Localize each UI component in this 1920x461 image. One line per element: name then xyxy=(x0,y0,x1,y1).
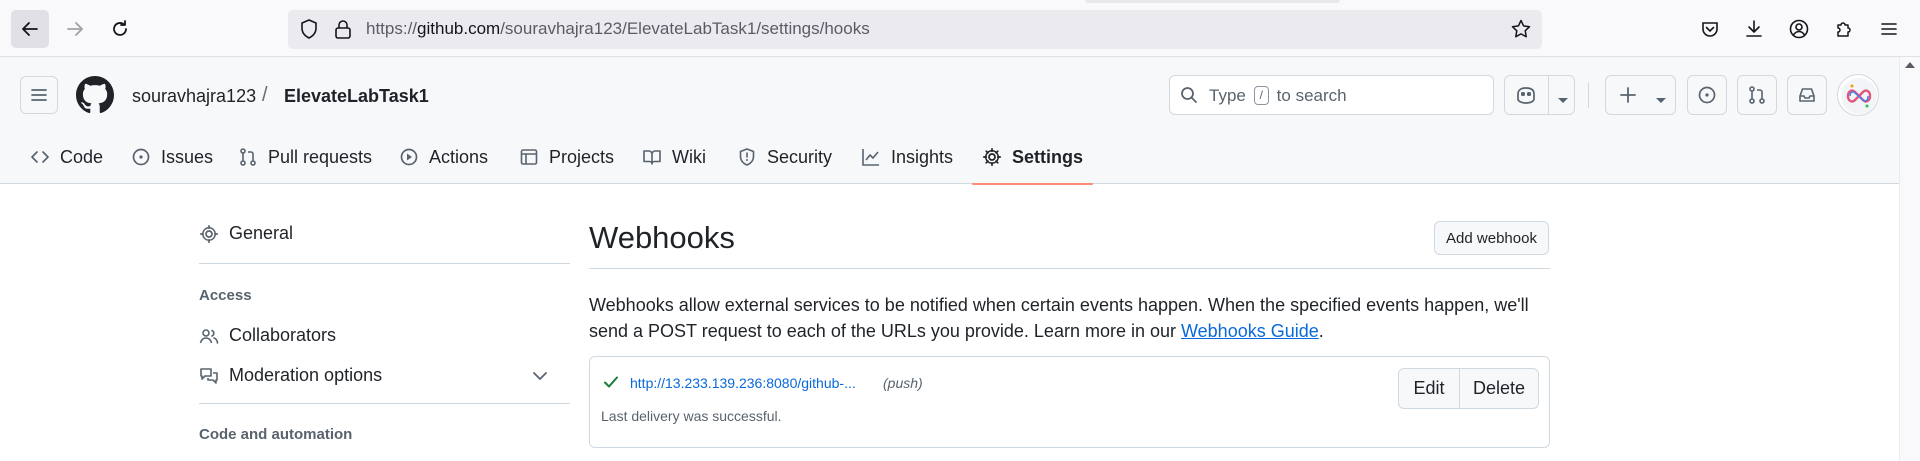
tab-projects[interactable]: Projects xyxy=(519,130,614,184)
tab-insights[interactable]: Insights xyxy=(861,130,953,184)
search-input[interactable]: Type / to search xyxy=(1169,75,1494,115)
inbox-button[interactable] xyxy=(1787,75,1827,115)
comment-discussion-icon xyxy=(200,367,218,384)
tab-label: Issues xyxy=(161,146,214,167)
forward-button[interactable] xyxy=(56,10,94,48)
sidebar-divider xyxy=(199,403,570,404)
url-text: https://github.com/souravhajra123/Elevat… xyxy=(366,19,870,38)
graph-icon xyxy=(862,149,879,166)
webhook-item: http://13.233.139.236:8080/github-... (p… xyxy=(589,356,1550,448)
tab-label: Actions xyxy=(429,146,489,167)
arrow-right-icon xyxy=(67,22,83,36)
search-placeholder: Type / to search xyxy=(1209,86,1347,105)
copilot-icon[interactable] xyxy=(1515,85,1537,110)
hamburger-icon xyxy=(31,89,47,101)
pull-request-icon xyxy=(1749,86,1765,104)
sidebar-heading-code-automation: Code and automation xyxy=(199,426,353,443)
tab-label: Projects xyxy=(549,146,615,167)
page-title: Webhooks xyxy=(589,220,735,255)
webhook-event: (push) xyxy=(883,375,923,391)
tab-label: Wiki xyxy=(672,146,706,167)
people-icon xyxy=(199,328,219,344)
sidebar-item-label: Collaborators xyxy=(229,325,337,345)
tab-strip-edge xyxy=(1085,0,1340,3)
lock-icon[interactable] xyxy=(332,18,354,45)
tab-label: Settings xyxy=(1012,146,1084,167)
webhook-delivery-status: Last delivery was successful. xyxy=(601,408,782,424)
bookmark-star-icon[interactable] xyxy=(1510,18,1532,45)
avatar[interactable] xyxy=(1837,74,1879,116)
plus-icon[interactable] xyxy=(1619,86,1637,109)
chevron-down-icon xyxy=(533,372,547,380)
slash-key-hint: / xyxy=(1253,86,1269,105)
book-icon xyxy=(643,150,661,165)
back-button[interactable] xyxy=(11,10,49,48)
title-divider xyxy=(589,268,1550,269)
scrollbar[interactable] xyxy=(1899,57,1920,461)
extensions-icon[interactable] xyxy=(1829,14,1859,44)
tab-label: Insights xyxy=(891,146,954,167)
tab-settings[interactable]: Settings xyxy=(971,130,1094,185)
webhook-url-link[interactable]: http://13.233.139.236:8080/github-... xyxy=(630,375,856,391)
address-bar[interactable]: https://github.com/souravhajra123/Elevat… xyxy=(288,10,1542,49)
webhooks-guide-link[interactable]: Webhooks Guide xyxy=(1181,321,1319,341)
sidebar-item-label: Moderation options xyxy=(229,365,383,385)
sidebar-item-moderation[interactable]: Moderation options xyxy=(199,365,548,386)
sidebar-divider xyxy=(199,263,570,264)
browser-toolbar: https://github.com/souravhajra123/Elevat… xyxy=(0,0,1920,57)
delete-button[interactable]: Delete xyxy=(1460,369,1538,408)
pull-request-icon xyxy=(240,148,256,166)
reload-icon xyxy=(113,20,127,36)
pocket-icon[interactable] xyxy=(1695,14,1725,44)
issues-button[interactable] xyxy=(1687,75,1727,115)
tab-security[interactable]: Security xyxy=(737,130,832,184)
edit-button[interactable]: Edit xyxy=(1399,369,1459,408)
inbox-icon xyxy=(1799,88,1815,102)
breadcrumb-separator: / xyxy=(262,84,268,106)
search-icon xyxy=(1180,86,1198,109)
sidebar-item-label: General xyxy=(229,223,294,243)
tab-label: Pull requests xyxy=(268,146,373,167)
tab-code[interactable]: Code xyxy=(30,130,103,184)
tab-wiki[interactable]: Wiki xyxy=(642,130,706,184)
chevron-down-icon[interactable] xyxy=(1557,92,1569,110)
check-icon xyxy=(602,373,620,396)
tracking-protection-icon[interactable] xyxy=(298,18,320,45)
tab-label: Security xyxy=(767,146,833,167)
breadcrumb-owner[interactable]: souravhajra123 xyxy=(132,86,256,107)
play-icon xyxy=(400,148,418,166)
issue-icon xyxy=(1698,86,1716,104)
shield-icon xyxy=(739,148,755,166)
code-icon xyxy=(31,151,49,163)
header-divider xyxy=(1588,82,1589,108)
gear-icon xyxy=(982,147,1002,167)
add-webhook-button[interactable]: Add webhook xyxy=(1434,221,1549,255)
tab-pull-requests[interactable]: Pull requests xyxy=(238,130,372,184)
global-nav-menu-button[interactable] xyxy=(20,76,58,114)
chevron-down-icon[interactable] xyxy=(1655,92,1667,110)
sidebar-item-collaborators[interactable]: Collaborators xyxy=(199,325,336,346)
webhooks-description: Webhooks allow external services to be n… xyxy=(589,295,1529,341)
breadcrumb-repo[interactable]: ElevateLabTask1 xyxy=(284,86,429,107)
github-logo-icon[interactable] xyxy=(76,76,114,119)
reload-button[interactable] xyxy=(101,10,139,48)
webhook-actions: Edit Delete xyxy=(1398,368,1539,409)
issue-icon xyxy=(132,148,150,166)
copilot-button-group xyxy=(1504,75,1575,115)
sidebar-heading-access: Access xyxy=(199,287,252,304)
sidebar-item-general[interactable]: General xyxy=(199,223,293,244)
tab-issues[interactable]: Issues xyxy=(131,130,213,184)
table-icon xyxy=(520,149,538,165)
scroll-up-arrow-icon[interactable] xyxy=(1904,57,1916,75)
download-icon[interactable] xyxy=(1739,14,1769,44)
tab-label: Code xyxy=(60,146,104,167)
pull-requests-button[interactable] xyxy=(1737,75,1777,115)
menu-icon[interactable] xyxy=(1874,14,1904,44)
tab-actions[interactable]: Actions xyxy=(399,130,488,184)
create-new-button-group xyxy=(1605,75,1676,115)
arrow-left-icon xyxy=(22,22,38,36)
gear-icon xyxy=(199,224,219,243)
account-icon[interactable] xyxy=(1784,14,1814,44)
